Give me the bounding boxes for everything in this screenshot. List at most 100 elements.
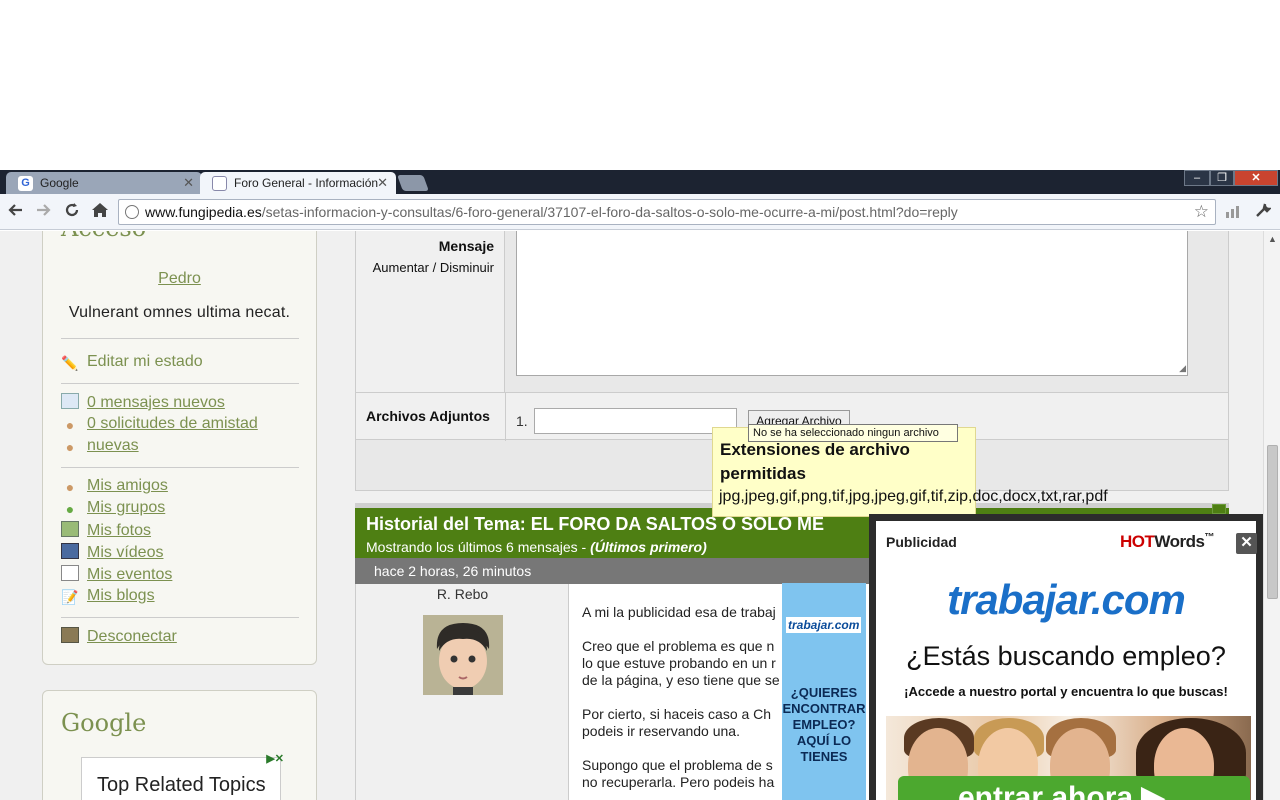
ad-text: ¿QUIERES ENCONTRAR EMPLEO? AQUÍ LO TIENE…: [782, 685, 866, 764]
google-favicon-icon: G: [18, 176, 33, 191]
my-videos-link[interactable]: Mis vídeos: [61, 543, 163, 562]
extensions-list: jpg,jpeg,gif,png,tif,jpg,jpeg,gif,tif,zi…: [719, 488, 1108, 505]
google-title: Google: [61, 709, 147, 737]
page-menu-icon[interactable]: [1222, 201, 1244, 223]
trabajar-logo[interactable]: trabajar.com: [876, 576, 1256, 624]
page-content: Acceso Pedro Vulnerant omnes ultima neca…: [0, 231, 1280, 800]
ad-label: Publicidad: [886, 534, 957, 550]
resize-controls: Aumentar / Disminuir: [373, 260, 494, 275]
user-profile-link[interactable]: Pedro: [43, 270, 316, 288]
divider: [61, 467, 299, 468]
post-timestamp: hace 2 horas, 26 minutos: [374, 563, 532, 579]
post-paragraph: Por cierto, si haceis caso a Ch podeis ir…: [582, 706, 772, 739]
vertical-scrollbar[interactable]: ▲: [1263, 231, 1280, 800]
star-icon[interactable]: ☆: [1194, 202, 1209, 222]
post-text: A mi la publicidad esa de trabaj Creo qu…: [582, 604, 802, 800]
increase-size-link[interactable]: Aumentar /: [373, 260, 437, 275]
blank-area: [0, 0, 1280, 170]
no-file-tooltip: No se ha seleccionado ningun archivo: [748, 424, 958, 442]
divider: [61, 617, 299, 618]
divider: [61, 338, 299, 339]
message-icon: [61, 393, 79, 409]
video-icon: [61, 543, 79, 559]
logout-door-icon: [61, 627, 79, 643]
attachments-label: Archivos Adjuntos: [366, 408, 490, 424]
message-label-cell: Mensaje Aumentar / Disminuir: [356, 231, 505, 392]
tab-close-icon[interactable]: ✕: [183, 175, 194, 191]
ad-headline: ¿Estás buscando empleo?: [906, 641, 1226, 671]
tab-close-icon[interactable]: ✕: [377, 175, 388, 191]
decrease-size-link[interactable]: Disminuir: [440, 260, 494, 275]
ad-logo: trabajar.com: [786, 617, 862, 633]
adchoices-icon[interactable]: ▶✕: [266, 752, 284, 765]
wrench-icon[interactable]: [1252, 201, 1274, 223]
url-path: /setas-informacion-y-consultas/6-foro-ge…: [261, 204, 958, 220]
user-add-icon: ●: [65, 417, 75, 433]
window-minimize-button[interactable]: –: [1184, 170, 1210, 186]
avatar[interactable]: [423, 615, 503, 695]
ad-subheadline: ¡Accede a nuestro portal y encuentra lo …: [904, 684, 1228, 699]
close-icon[interactable]: ✕: [1236, 533, 1257, 554]
tab-foro-general[interactable]: Foro General - Información ✕: [200, 172, 396, 194]
post-paragraph: A mi la publicidad esa de trabaj: [582, 604, 776, 620]
extensions-title: Extensiones de archivo permitidas: [720, 440, 910, 483]
reload-icon[interactable]: [61, 201, 83, 223]
my-events-link[interactable]: Mis eventos: [61, 565, 172, 584]
side-advertisement[interactable]: trabajar.com ¿QUIERES ENCONTRAR EMPLEO? …: [782, 583, 866, 800]
home-icon[interactable]: [89, 201, 111, 223]
edit-status-link[interactable]: ✏️ Editar mi estado: [61, 353, 202, 371]
back-arrow-icon[interactable]: [5, 201, 27, 223]
access-panel: Acceso Pedro Vulnerant omnes ultima neca…: [42, 231, 317, 665]
message-label: Mensaje: [438, 238, 494, 254]
user-icon: ●: [65, 479, 75, 495]
friend-requests-link[interactable]: ● 0 solicitudes de amistad: [61, 415, 258, 433]
topics-title: Top Related Topics: [97, 774, 266, 796]
related-topics-widget[interactable]: Top Related Topics ▶✕: [81, 753, 284, 800]
scroll-up-icon[interactable]: ▲: [1268, 234, 1277, 244]
window-maximize-button[interactable]: ❐: [1210, 170, 1234, 186]
user-add-icon: ●: [65, 439, 75, 455]
logout-link[interactable]: Desconectar: [61, 627, 177, 646]
post-author[interactable]: R. Rebo: [356, 586, 569, 602]
attachment-number: 1.: [516, 413, 528, 429]
friend-requests-link-cont[interactable]: ● nuevas: [61, 437, 139, 455]
address-bar[interactable]: www.fungipedia.es/setas-informacion-y-co…: [118, 199, 1216, 225]
my-photos-link[interactable]: Mis fotos: [61, 521, 151, 540]
post-paragraph: Supongo que el problema de s no recuperar…: [582, 757, 775, 790]
tab-google[interactable]: G Google ✕: [6, 172, 202, 194]
page-favicon-icon: [212, 176, 227, 191]
google-panel: Google Top Related Topics ▶✕: [42, 690, 317, 800]
topic-history-subtitle: Mostrando los últimos 6 mensajes - (Últi…: [366, 539, 707, 555]
pencil-icon: ✏️: [61, 355, 79, 371]
divider: [61, 383, 299, 384]
browser-toolbar: www.fungipedia.es/setas-informacion-y-co…: [0, 194, 1280, 230]
access-title: Acceso: [61, 231, 146, 242]
post-author-cell: R. Rebo: [356, 584, 569, 800]
tab-bar: G Google ✕ Foro General - Información ✕: [0, 170, 1280, 194]
my-blogs-link[interactable]: 📝 Mis blogs: [61, 587, 154, 605]
forward-arrow-icon[interactable]: [32, 201, 54, 223]
resize-grip-icon[interactable]: ◢: [1179, 363, 1186, 374]
hotwords-logo[interactable]: HOTWords™: [1120, 532, 1214, 552]
calendar-icon: [61, 565, 79, 581]
minimize-icon[interactable]: [1212, 504, 1226, 514]
post-paragraph: Creo que el problema es que n lo que estu…: [582, 638, 780, 688]
divider: [505, 393, 506, 441]
my-friends-link[interactable]: ● Mis amigos: [61, 477, 168, 495]
globe-icon: [125, 205, 139, 219]
window-close-button[interactable]: ✕: [1234, 170, 1278, 186]
blog-pencil-icon: 📝: [61, 589, 79, 605]
my-groups-link[interactable]: ● Mis grupos: [61, 499, 165, 517]
photo-icon: [61, 521, 79, 537]
ad-popup: Publicidad HOTWords™ ✕ trabajar.com ¿Est…: [869, 514, 1263, 800]
topic-history-title: Historial del Tema: EL FORO DA SALTOS O …: [366, 514, 825, 534]
tab-title: Google: [40, 176, 79, 190]
message-textarea[interactable]: ◢: [516, 231, 1188, 376]
url-host: www.fungipedia.es: [145, 204, 262, 220]
scroll-thumb[interactable]: [1267, 445, 1278, 599]
group-icon: ●: [65, 501, 75, 517]
enter-now-button[interactable]: entrar ahora ▶: [898, 776, 1250, 800]
new-tab-button[interactable]: [397, 175, 429, 191]
new-messages-link[interactable]: 0 mensajes nuevos: [61, 393, 225, 412]
file-input[interactable]: [534, 408, 737, 434]
